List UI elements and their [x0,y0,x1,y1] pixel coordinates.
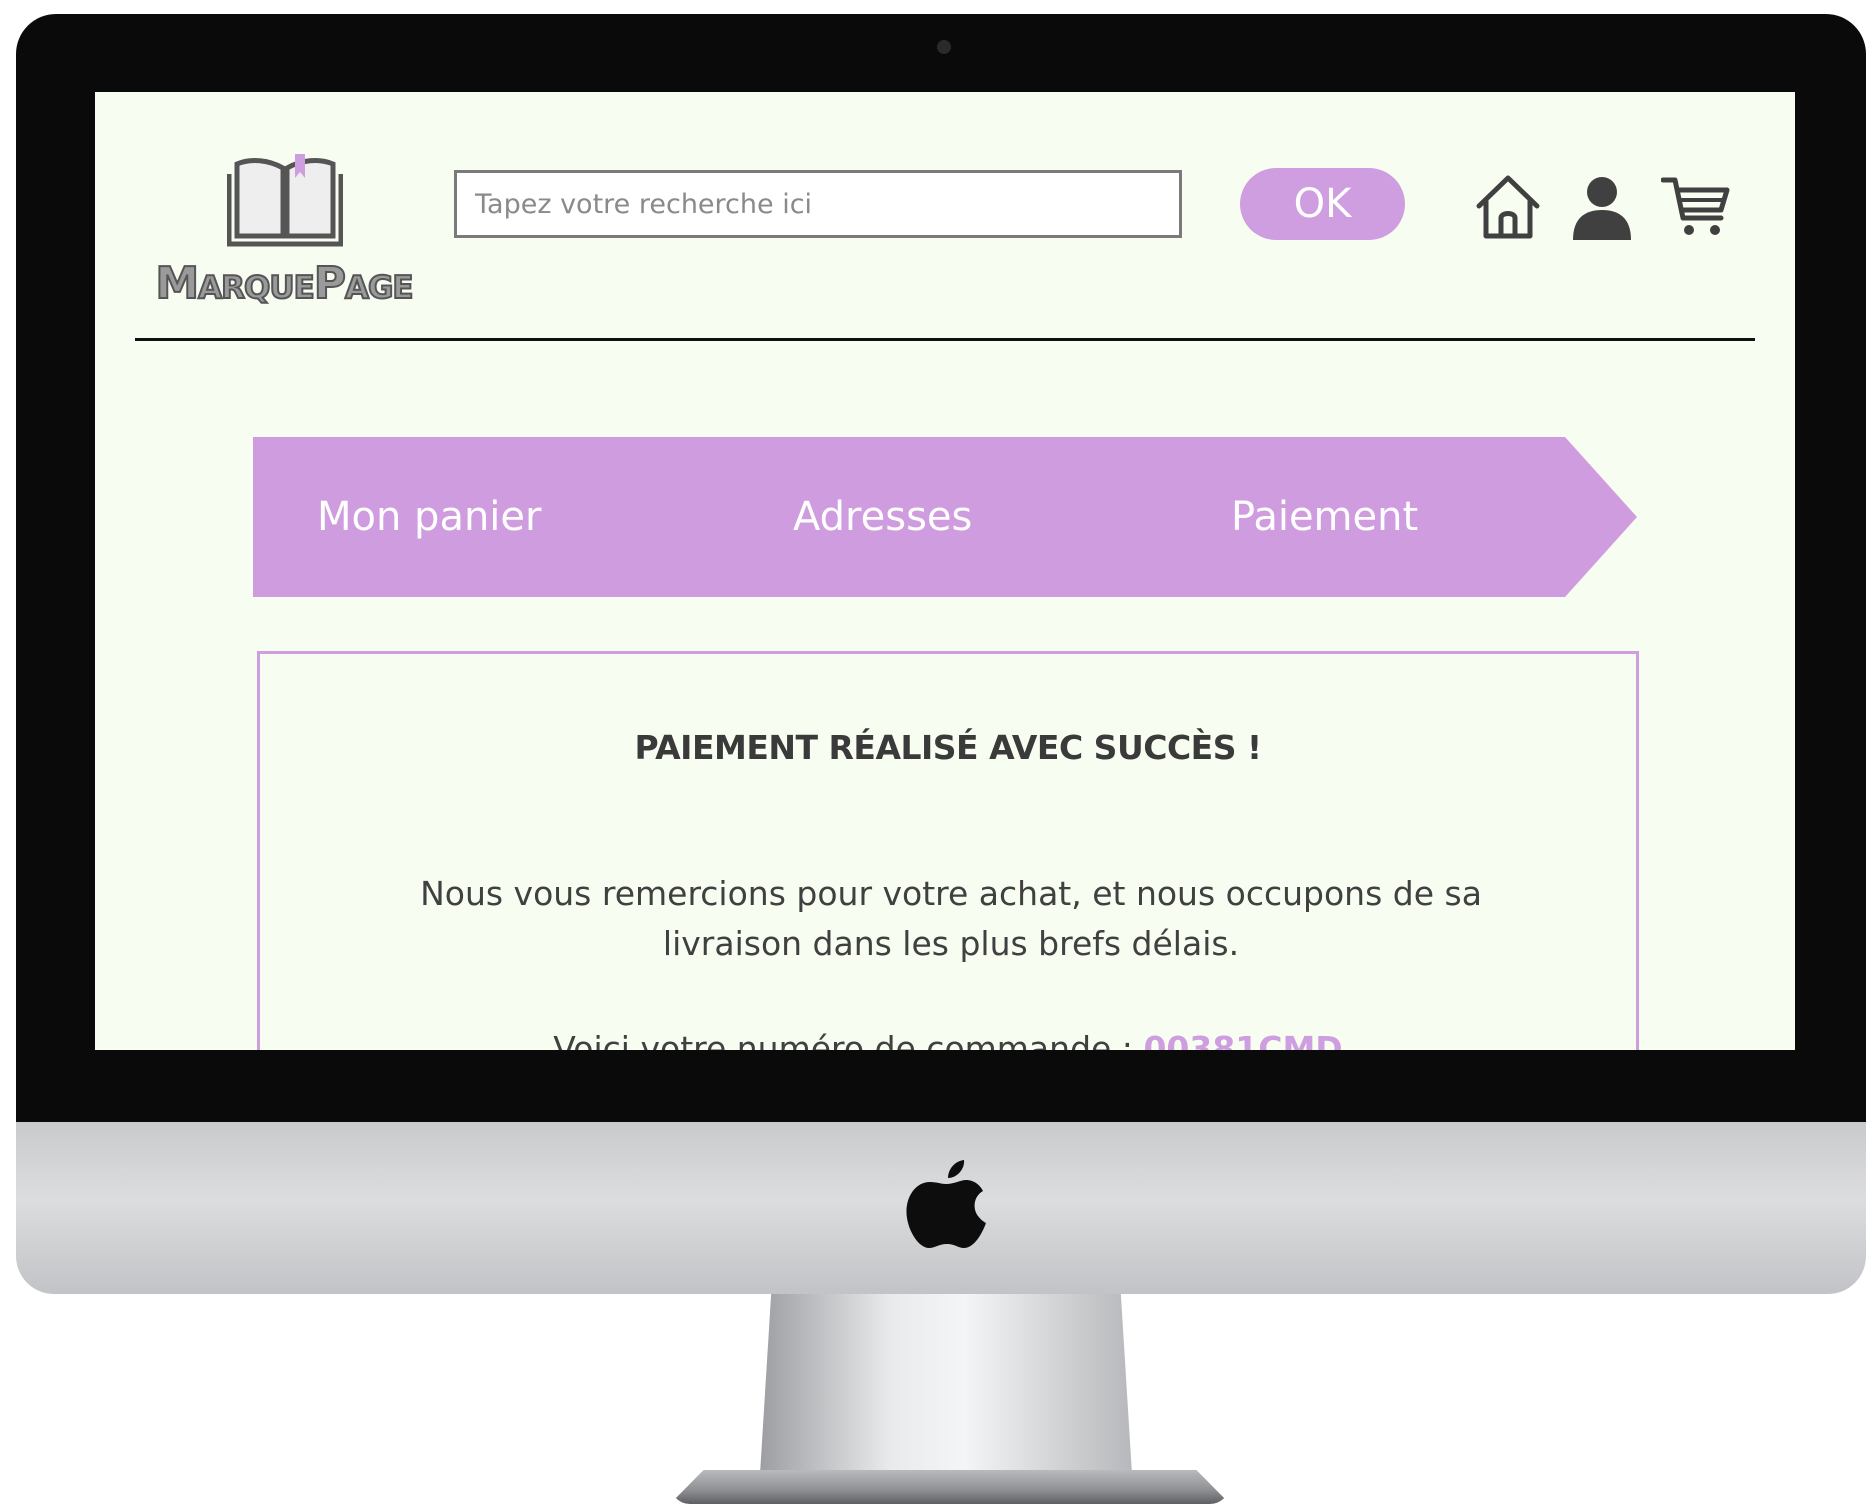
apple-logo-icon [906,1160,986,1248]
order-number-label: Voici votre numéro de commande : [553,1029,1133,1050]
step-payment[interactable]: Paiement [1231,437,1418,597]
cart-icon[interactable] [1661,172,1731,242]
monitor-stand [760,1294,1132,1474]
user-icon[interactable] [1567,172,1637,242]
payment-confirmation-panel: PAIEMENT RÉALISÉ AVEC SUCCÈS ! Nous vous… [257,651,1639,1050]
header-divider [135,338,1755,341]
home-icon[interactable] [1473,172,1543,242]
brand-name: MarquePage [154,257,414,310]
brand-logo[interactable]: MarquePage [139,148,429,310]
step-addresses[interactable]: Adresses [793,437,972,597]
screen: MarquePage OK Mon panier Adresses Paieme… [95,92,1795,1050]
confirmation-message: Nous vous remercions pour votre achat, e… [420,874,1482,963]
open-book-icon [227,154,343,247]
order-number-line: Voici votre numéro de commande : 00381CM… [260,1029,1636,1050]
checkout-steps: Mon panier Adresses Paiement [253,437,1637,597]
monitor-stand-base [670,1470,1230,1504]
order-number: 00381CMD [1143,1029,1343,1050]
camera-dot [937,40,951,54]
search-ok-button[interactable]: OK [1240,168,1405,240]
confirmation-title: PAIEMENT RÉALISÉ AVEC SUCCÈS ! [634,728,1262,767]
search-input[interactable] [454,170,1182,238]
step-cart[interactable]: Mon panier [317,437,541,597]
